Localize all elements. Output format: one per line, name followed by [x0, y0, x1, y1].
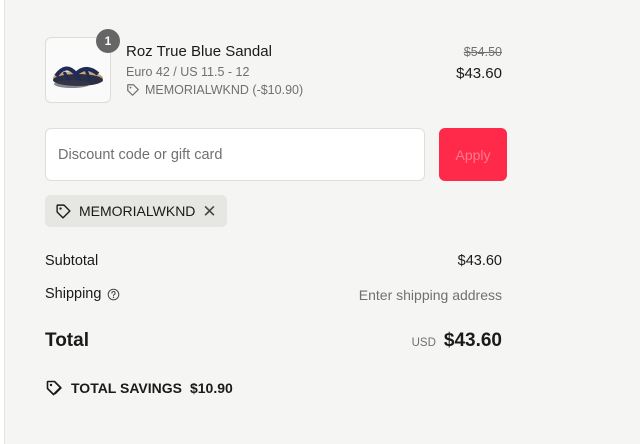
subtotal-value: $43.60	[457, 253, 502, 269]
product-variant: Euro 42 / US 11.5 - 12	[126, 65, 250, 79]
currency-code: USD	[411, 337, 436, 349]
tag-icon	[56, 203, 71, 219]
shipping-label: Shipping	[45, 286, 102, 302]
product-discount-label: MEMORIALWKND (-$10.90)	[145, 83, 304, 97]
quantity-badge: 1	[96, 29, 120, 53]
order-summary-panel: 1 Roz True Blue Sandal Euro 42 / US 11.5…	[4, 0, 640, 444]
savings-tag-icon	[46, 380, 62, 396]
subtotal-label: Subtotal	[45, 253, 99, 269]
applied-code-chip: MEMORIALWKND ✕	[45, 195, 227, 227]
applied-code-label: MEMORIALWKND	[79, 203, 196, 219]
apply-button[interactable]: Apply	[439, 128, 507, 181]
sale-price: $43.60	[456, 65, 502, 82]
savings-value: $10.90	[189, 380, 233, 396]
shipping-row: Shipping	[45, 286, 120, 302]
help-circle-icon[interactable]	[107, 288, 120, 301]
total-value-group: USD $43.60	[412, 330, 502, 352]
savings-label: TOTAL SAVINGS	[71, 380, 182, 396]
tag-icon	[127, 84, 139, 96]
product-discount: MEMORIALWKND (-$10.90)	[126, 83, 303, 97]
total-savings: TOTAL SAVINGS $10.90	[45, 379, 233, 397]
total-label: Total	[45, 330, 89, 351]
original-price: $54.50	[463, 45, 502, 59]
shipping-value: Enter shipping address	[358, 287, 502, 303]
total-amount: $43.60	[443, 330, 502, 351]
remove-code-close-icon[interactable]: ✕	[202, 203, 216, 220]
product-name: Roz True Blue Sandal	[126, 43, 272, 60]
discount-code-input[interactable]	[45, 128, 425, 181]
